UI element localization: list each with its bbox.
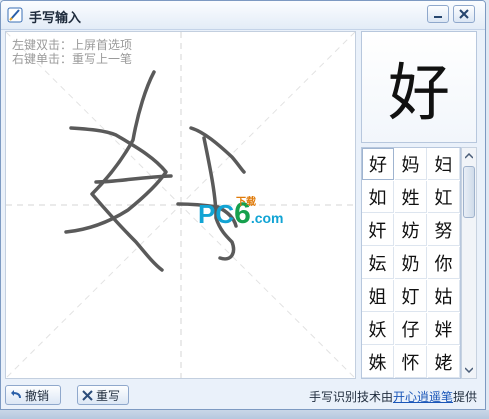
credit-prefix: 手写识别技术由 [308,390,393,404]
close-icon [459,9,469,19]
hint-right-click: 右键单击：重写上一笔 [12,52,133,66]
title-bar[interactable]: 手写输入 [1,1,485,30]
pen-icon [7,7,23,23]
candidate-scrollbar[interactable] [461,147,477,379]
undo-icon [10,389,22,401]
writing-canvas[interactable]: 左键双击：上屏首选项 右键单击：重写上一笔 PC6.com 下载 [5,31,356,379]
desktop-strip [0,410,489,419]
rewrite-label: 重写 [96,388,121,403]
candidate-cell[interactable]: 姓 [395,181,427,213]
chevron-up-icon [465,153,473,159]
scroll-thumb[interactable] [463,166,475,218]
handwriting-window: 手写输入 左键双击：上屏首选项 右键单击：重写上一笔 PC6.com 下载 好 … [0,0,486,410]
candidate-cell[interactable]: 奵 [395,280,427,312]
close-button[interactable] [453,5,475,23]
candidate-grid: 好妈妇如姓妅奸妨努妘奶你姐奵姑妖仔姅姝怀姥 [361,147,461,379]
watermark-pc: PC [198,199,235,229]
watermark-com: .com [250,210,284,226]
candidate-cell[interactable]: 妇 [428,148,460,180]
minimize-button[interactable] [427,5,449,23]
candidate-cell[interactable]: 你 [428,247,460,279]
candidate-cell[interactable]: 妘 [362,247,394,279]
credit-link[interactable]: 开心逍遥笔 [393,390,453,404]
candidate-cell[interactable]: 姐 [362,280,394,312]
bottom-toolbar: 撤销 重写 手写识别技术由开心逍遥笔提供 [1,381,485,409]
candidate-cell[interactable]: 姑 [428,280,460,312]
candidate-cell[interactable]: 好 [362,148,394,180]
undo-button[interactable]: 撤销 [5,385,61,405]
clear-icon [82,389,93,401]
candidate-cell[interactable]: 奸 [362,214,394,246]
handwriting-strokes [6,32,355,378]
preview-character: 好 [387,56,450,129]
window-title: 手写输入 [29,11,82,26]
scroll-down-button[interactable] [462,362,476,378]
candidate-cell[interactable]: 奶 [395,247,427,279]
candidate-cell[interactable]: 妖 [362,313,394,345]
candidate-cell[interactable]: 姅 [428,313,460,345]
rewrite-button[interactable]: 重写 [77,385,129,405]
scroll-up-button[interactable] [462,148,476,164]
preview-pane[interactable]: 好 [361,31,477,143]
undo-label: 撤销 [25,388,50,403]
watermark-download: 下载 [236,197,256,208]
chevron-down-icon [465,367,473,373]
stroke-1 [90,70,164,272]
candidate-cell[interactable]: 仔 [395,313,427,345]
credit-suffix: 提供 [452,390,477,404]
watermark-logo: PC6.com 下载 [198,197,284,231]
candidate-cell[interactable]: 姥 [428,346,460,378]
candidate-cell[interactable]: 妨 [395,214,427,246]
credit-text: 手写识别技术由开心逍遥笔提供 [309,388,477,405]
candidate-cell[interactable]: 怀 [395,346,427,378]
minimize-icon [434,16,442,18]
candidate-cell[interactable]: 姝 [362,346,394,378]
candidate-cell[interactable]: 妅 [428,181,460,213]
candidate-cell[interactable]: 努 [428,214,460,246]
candidate-cell[interactable]: 妈 [395,148,427,180]
candidate-cell[interactable]: 如 [362,181,394,213]
